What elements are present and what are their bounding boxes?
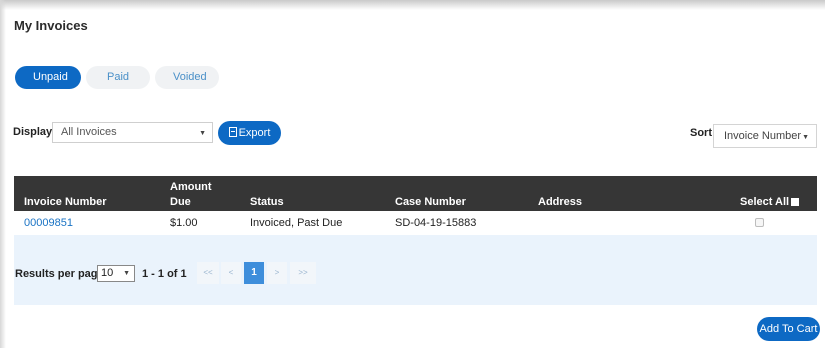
invoice-status-tabs: Unpaid Paid Voided (15, 66, 219, 89)
results-per-page-select[interactable]: 10 ▼ (97, 265, 135, 282)
sort-label: Sort (690, 127, 712, 139)
display-select-value: All Invoices (61, 126, 117, 138)
chevron-down-icon: ▼ (123, 270, 130, 277)
display-label: Display (13, 126, 53, 138)
first-page-button[interactable]: << (197, 262, 219, 284)
chevron-down-icon: ▼ (199, 130, 206, 137)
document-icon (228, 127, 237, 137)
sort-select[interactable]: Invoice Number ▼ (713, 124, 817, 148)
add-to-cart-button[interactable]: Add To Cart (757, 317, 820, 341)
amount-due-cell: $1.00 (170, 217, 198, 229)
results-per-page-value: 10 (101, 267, 114, 279)
table-row: 00009851 $1.00 Invoiced, Past Due SD-04-… (14, 211, 817, 235)
results-range: 1 - 1 of 1 (142, 268, 187, 280)
display-select[interactable]: All Invoices ▼ (52, 122, 213, 143)
row-select-checkbox[interactable] (755, 218, 764, 227)
top-shadow (0, 0, 825, 10)
select-all-checkbox[interactable] (791, 198, 800, 206)
left-shadow (0, 0, 6, 348)
column-header-amount-due-line2: Due (170, 196, 191, 208)
case-number-cell: SD-04-19-15883 (395, 217, 477, 229)
last-page-button[interactable]: >> (290, 262, 316, 284)
status-cell: Invoiced, Past Due (250, 217, 343, 229)
export-button[interactable]: Export (218, 121, 281, 145)
tab-voided[interactable]: Voided (155, 66, 219, 89)
pagination-bar: Results per page 10 ▼ 1 - 1 of 1 << < 1 … (14, 235, 817, 305)
chevron-down-icon: ▼ (802, 134, 809, 141)
table-header: Invoice Number Amount Due Status Case Nu… (14, 176, 817, 211)
column-header-case-number[interactable]: Case Number (395, 196, 466, 208)
column-header-amount-due-line1: Amount (170, 181, 212, 193)
export-button-label: Export (238, 127, 271, 139)
tab-paid[interactable]: Paid (86, 66, 150, 89)
invoice-number-link[interactable]: 00009851 (24, 217, 73, 229)
sort-select-value: Invoice Number (724, 130, 802, 142)
column-header-amount-due[interactable]: Amount Due (170, 181, 212, 208)
tab-unpaid[interactable]: Unpaid (15, 66, 81, 89)
column-header-address[interactable]: Address (538, 196, 582, 208)
select-all-label: Select All (740, 196, 790, 208)
results-per-page-label: Results per page (15, 268, 104, 280)
page-title: My Invoices (14, 18, 88, 33)
next-page-button[interactable]: > (267, 262, 287, 284)
column-header-status[interactable]: Status (250, 196, 284, 208)
column-header-invoice-number[interactable]: Invoice Number (24, 196, 107, 208)
current-page-button[interactable]: 1 (244, 262, 264, 284)
select-all-toggle[interactable]: Select All (740, 196, 800, 208)
prev-page-button[interactable]: < (221, 262, 241, 284)
